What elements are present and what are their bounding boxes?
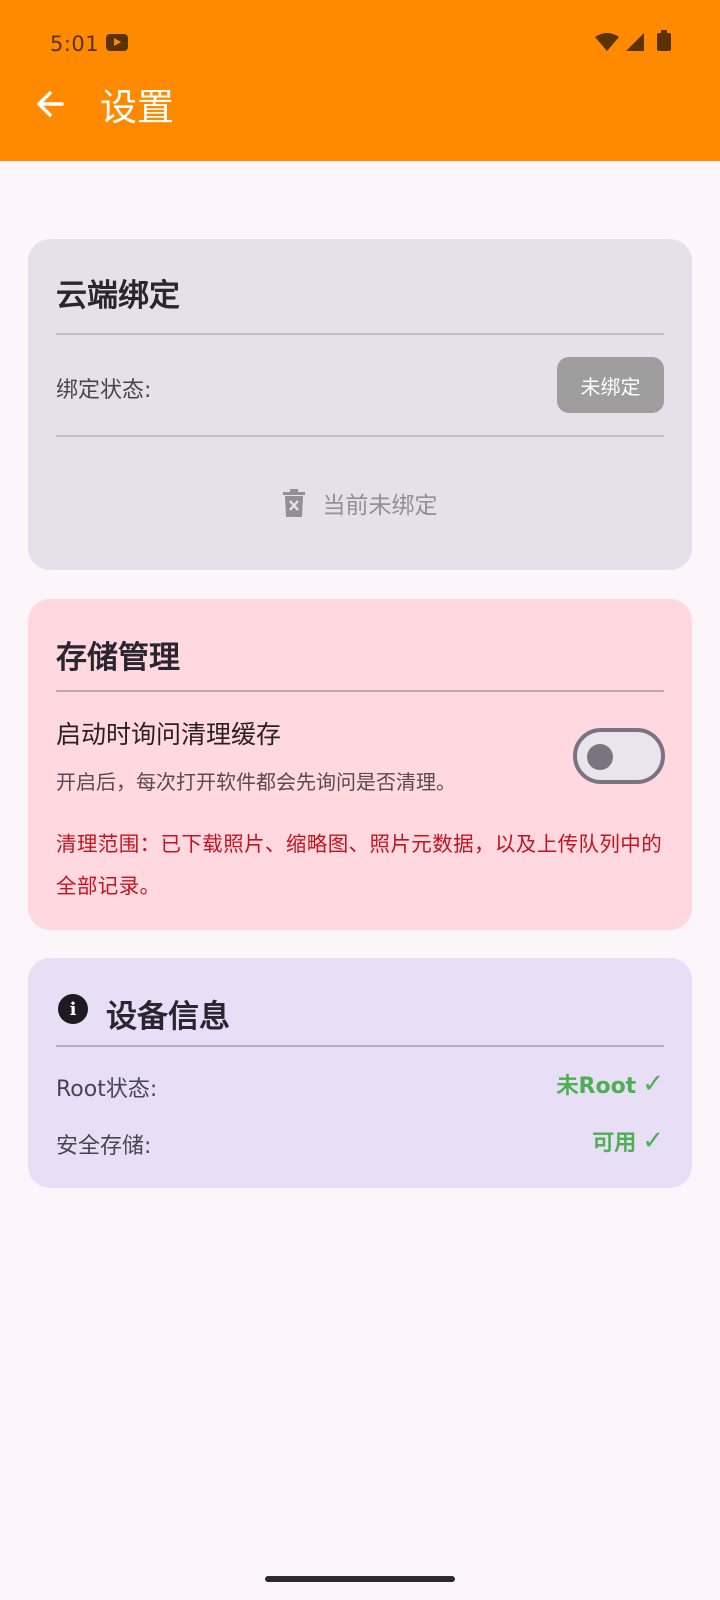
wifi-icon	[595, 33, 619, 51]
unbind-button: 当前未绑定	[28, 479, 692, 527]
storage-card: 存储管理 启动时询问清理缓存 开启后，每次打开软件都会先询问是否清理。 清理范围…	[28, 599, 692, 930]
info-icon: i	[58, 994, 88, 1024]
root-status-value: 未Root ✓	[557, 1068, 664, 1100]
app-bar: 5:01 设置	[0, 0, 720, 161]
secure-storage-text: 可用	[592, 1131, 637, 1156]
unbind-label: 当前未绑定	[322, 493, 438, 519]
check-icon: ✓	[642, 1069, 664, 1099]
clear-cache-toggle[interactable]	[573, 728, 665, 784]
clear-cache-switch-desc: 开启后，每次打开软件都会先询问是否清理。	[56, 770, 456, 794]
delete-icon	[282, 489, 305, 517]
toggle-knob	[587, 744, 613, 770]
page-title: 设置	[100, 86, 174, 129]
clear-scope-warning: 清理范围：已下载照片、缩略图、照片元数据，以及上传队列中的全部记录。	[56, 832, 663, 898]
divider	[56, 333, 664, 335]
battery-icon	[657, 30, 671, 51]
secure-storage-value: 可用 ✓	[592, 1125, 664, 1157]
status-bar: 5:01	[0, 0, 720, 84]
root-status-text: 未Root	[556, 1074, 637, 1099]
binding-status-chip: 未绑定	[557, 357, 664, 413]
media-playing-icon	[106, 34, 128, 51]
signal-icon	[626, 33, 644, 51]
device-info-card: i 设备信息 Root状态: 未Root ✓ 安全存储: 可用 ✓	[28, 958, 692, 1188]
divider	[56, 690, 664, 692]
divider	[56, 1045, 664, 1047]
binding-status-label: 绑定状态:	[56, 378, 152, 403]
back-button[interactable]	[28, 82, 72, 126]
device-info-title: 设备信息	[106, 999, 230, 1035]
status-time: 5:01	[50, 32, 100, 56]
secure-storage-label: 安全存储:	[56, 1134, 152, 1159]
home-indicator[interactable]	[265, 1576, 455, 1582]
root-status-label: Root状态:	[56, 1077, 158, 1102]
arrow-back-icon	[37, 91, 64, 117]
storage-title: 存储管理	[56, 640, 180, 676]
clear-cache-switch-title: 启动时询问清理缓存	[56, 720, 282, 749]
divider	[56, 435, 664, 437]
check-icon: ✓	[642, 1126, 664, 1156]
cloud-binding-card: 云端绑定 绑定状态: 未绑定 当前未绑定	[28, 239, 692, 570]
cloud-binding-title: 云端绑定	[56, 278, 180, 314]
